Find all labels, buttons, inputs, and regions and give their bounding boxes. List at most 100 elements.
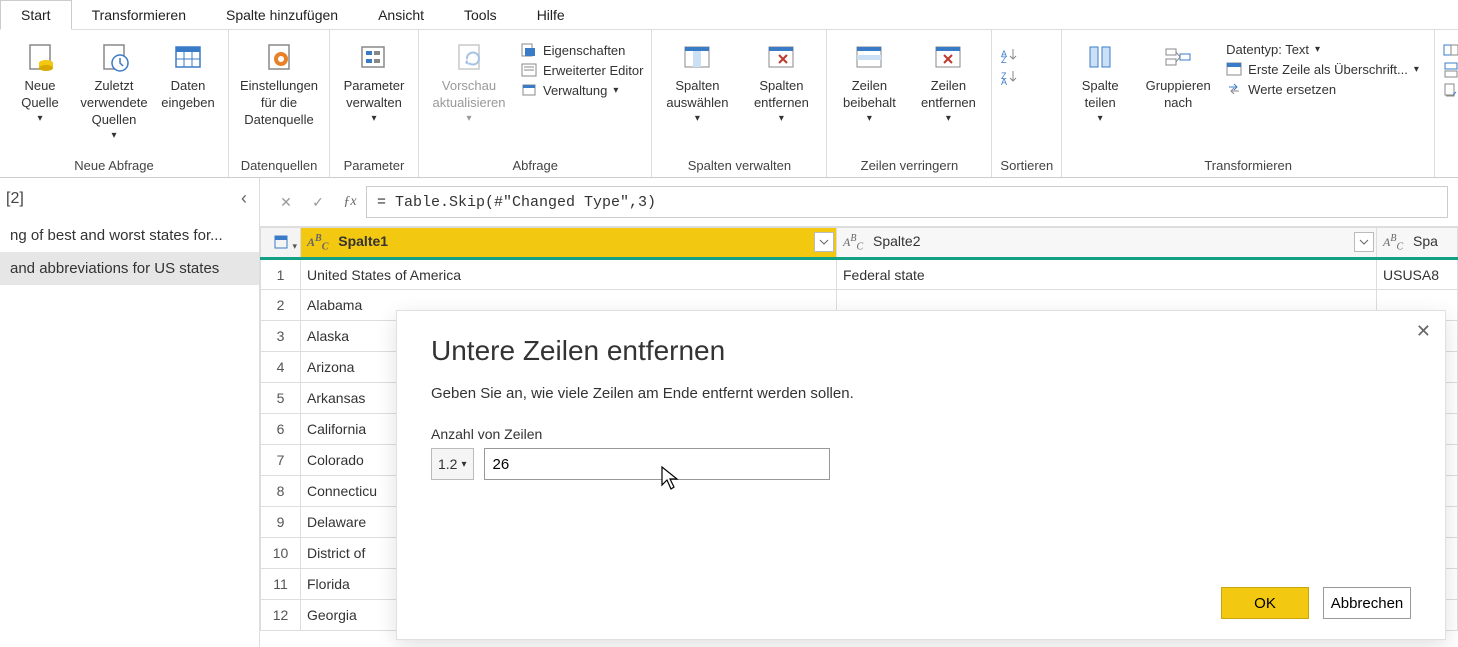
- cancel-formula-button[interactable]: ✕: [270, 186, 302, 218]
- gear-document-icon: [262, 40, 296, 74]
- remove-rows-button[interactable]: Zeilen entfernen▾: [913, 38, 983, 125]
- label: Erste Zeile als Überschrift...: [1248, 62, 1408, 77]
- label: Spalten entfernen: [754, 78, 809, 112]
- query-item[interactable]: and abbreviations for US states: [0, 252, 259, 285]
- column-header-spalte2[interactable]: ABC Spalte2: [837, 228, 1377, 259]
- svg-text:A: A: [1001, 77, 1007, 85]
- formula-bar: ✕ ✓ ƒx: [260, 178, 1458, 227]
- cancel-button[interactable]: Abbrechen: [1323, 587, 1411, 619]
- first-row-headers-button[interactable]: Erste Zeile als Überschrift...▾: [1226, 59, 1426, 79]
- tab-tools[interactable]: Tools: [444, 1, 517, 29]
- ribbon-tabs: Start Transformieren Spalte hinzufügen A…: [0, 0, 1458, 30]
- tab-help[interactable]: Hilfe: [517, 1, 585, 29]
- data-type-button[interactable]: Datentyp: Text▾: [1226, 40, 1426, 59]
- group-combine: Ab Ab Da: [1435, 30, 1458, 177]
- group-label: Datenquellen: [237, 155, 321, 177]
- new-source-button[interactable]: Neue Quelle▾: [8, 38, 72, 125]
- queries-pane: [2] ‹ ng of best and worst states for...…: [0, 178, 260, 647]
- label: Vorschau aktualisieren: [433, 78, 506, 112]
- fx-icon: ƒx: [334, 194, 366, 210]
- manage-parameters-button[interactable]: Parameter verwalten▾: [338, 38, 410, 125]
- refresh-icon: [452, 40, 486, 74]
- table-row[interactable]: 1United States of AmericaFederal stateUS…: [261, 259, 1458, 290]
- ok-button[interactable]: OK: [1221, 587, 1309, 619]
- remove-columns-button[interactable]: Spalten entfernen▾: [744, 38, 818, 125]
- table-corner[interactable]: ▾: [261, 228, 301, 259]
- keep-rows-button[interactable]: Zeilen beibehalt▾: [835, 38, 903, 125]
- group-manage-columns: Spalten auswählen▾ Spalten entfernen▾ Sp…: [652, 30, 827, 177]
- data-source-settings-button[interactable]: Einstellungen für die Datenquelle: [237, 38, 321, 129]
- label: Zeilen beibehalt: [843, 78, 896, 112]
- choose-columns-button[interactable]: Spalten auswählen▾: [660, 38, 734, 125]
- label: Verwaltung: [543, 83, 607, 98]
- group-label: Zeilen verringern: [835, 155, 983, 177]
- refresh-preview-button[interactable]: Vorschau aktualisieren▾: [427, 38, 511, 125]
- remove-rows-icon: [931, 40, 965, 74]
- queries-count: [2]: [6, 190, 24, 208]
- label: Zuletzt verwendete Quellen: [80, 78, 147, 129]
- dialog-description: Geben Sie an, wie viele Zeilen am Ende e…: [431, 385, 1411, 402]
- group-reduce-rows: Zeilen beibehalt▾ Zeilen entfernen▾ Zeil…: [827, 30, 992, 177]
- recent-sources-button[interactable]: Zuletzt verwendete Quellen▾: [82, 38, 146, 142]
- label: Datentyp: Text: [1226, 42, 1309, 57]
- type-icon: ABC: [1383, 235, 1403, 249]
- manage-button[interactable]: Verwaltung▾: [521, 80, 643, 100]
- sort-asc-button[interactable]: AZ: [1000, 46, 1022, 64]
- combine-icon: [1443, 82, 1458, 98]
- merge-queries-button[interactable]: Ab: [1443, 40, 1458, 60]
- group-by-button[interactable]: Gruppieren nach: [1140, 38, 1216, 112]
- database-icon: [23, 40, 57, 74]
- replace-icon: [1226, 81, 1242, 97]
- remove-columns-icon: [764, 40, 798, 74]
- col-name: Spa: [1413, 233, 1438, 249]
- parameters-icon: [357, 40, 391, 74]
- group-label: Abfrage: [427, 155, 643, 177]
- replace-values-button[interactable]: Werte ersetzen: [1226, 79, 1426, 99]
- manage-icon: [521, 82, 537, 98]
- label: Gruppieren nach: [1146, 78, 1211, 112]
- value-type-select[interactable]: 1.2 ▾: [431, 448, 474, 480]
- tab-transform[interactable]: Transformieren: [72, 1, 206, 29]
- field-label: Anzahl von Zeilen: [431, 426, 1411, 442]
- split-icon: [1083, 40, 1117, 74]
- table-icon: [273, 234, 289, 250]
- advanced-editor-button[interactable]: Erweiterter Editor: [521, 60, 643, 80]
- svg-text:Z: Z: [1001, 55, 1007, 63]
- query-item[interactable]: ng of best and worst states for...: [0, 219, 259, 252]
- remove-bottom-rows-dialog: ✕ Untere Zeilen entfernen Geben Sie an, …: [396, 310, 1446, 640]
- formula-input[interactable]: [366, 186, 1448, 218]
- tab-add-column[interactable]: Spalte hinzufügen: [206, 1, 358, 29]
- row-count-input[interactable]: [484, 448, 830, 480]
- group-label: Spalten verwalten: [660, 155, 818, 177]
- tab-view[interactable]: Ansicht: [358, 1, 444, 29]
- group-query: Vorschau aktualisieren▾ Eigenschaften Er…: [419, 30, 652, 177]
- label: Zeilen entfernen: [921, 78, 976, 112]
- combine-files-button[interactable]: Da: [1443, 80, 1458, 100]
- label: Daten eingeben: [161, 78, 215, 112]
- group-parameter: Parameter verwalten▾ Parameter: [330, 30, 419, 177]
- split-column-button[interactable]: Spalte teilen▾: [1070, 38, 1130, 125]
- group-data-sources: Einstellungen für die Datenquelle Datenq…: [229, 30, 330, 177]
- label: Einstellungen für die Datenquelle: [240, 78, 318, 129]
- label: Werte ersetzen: [1248, 82, 1336, 97]
- column-filter-button[interactable]: [814, 232, 834, 252]
- tab-start[interactable]: Start: [0, 0, 72, 30]
- column-filter-button[interactable]: [1354, 232, 1374, 252]
- column-header-spalte3[interactable]: ABC Spa: [1377, 228, 1458, 259]
- append-icon: [1443, 62, 1458, 78]
- column-header-spalte1[interactable]: ABC Spalte1: [301, 228, 837, 259]
- enter-data-button[interactable]: Daten eingeben: [156, 38, 220, 112]
- label: Erweiterter Editor: [543, 63, 643, 78]
- properties-button[interactable]: Eigenschaften: [521, 40, 643, 60]
- sort-desc-button[interactable]: ZA: [1000, 68, 1022, 86]
- label: Eigenschaften: [543, 43, 625, 58]
- label: Spalten auswählen: [666, 78, 728, 112]
- collapse-pane-button[interactable]: ‹: [241, 188, 247, 209]
- close-icon[interactable]: ✕: [1416, 321, 1431, 342]
- group-label: Neue Abfrage: [8, 155, 220, 177]
- accept-formula-button[interactable]: ✓: [302, 186, 334, 218]
- label: 1.2: [438, 456, 457, 472]
- append-queries-button[interactable]: Ab: [1443, 60, 1458, 80]
- recent-icon: [97, 40, 131, 74]
- merge-icon: [1443, 42, 1458, 58]
